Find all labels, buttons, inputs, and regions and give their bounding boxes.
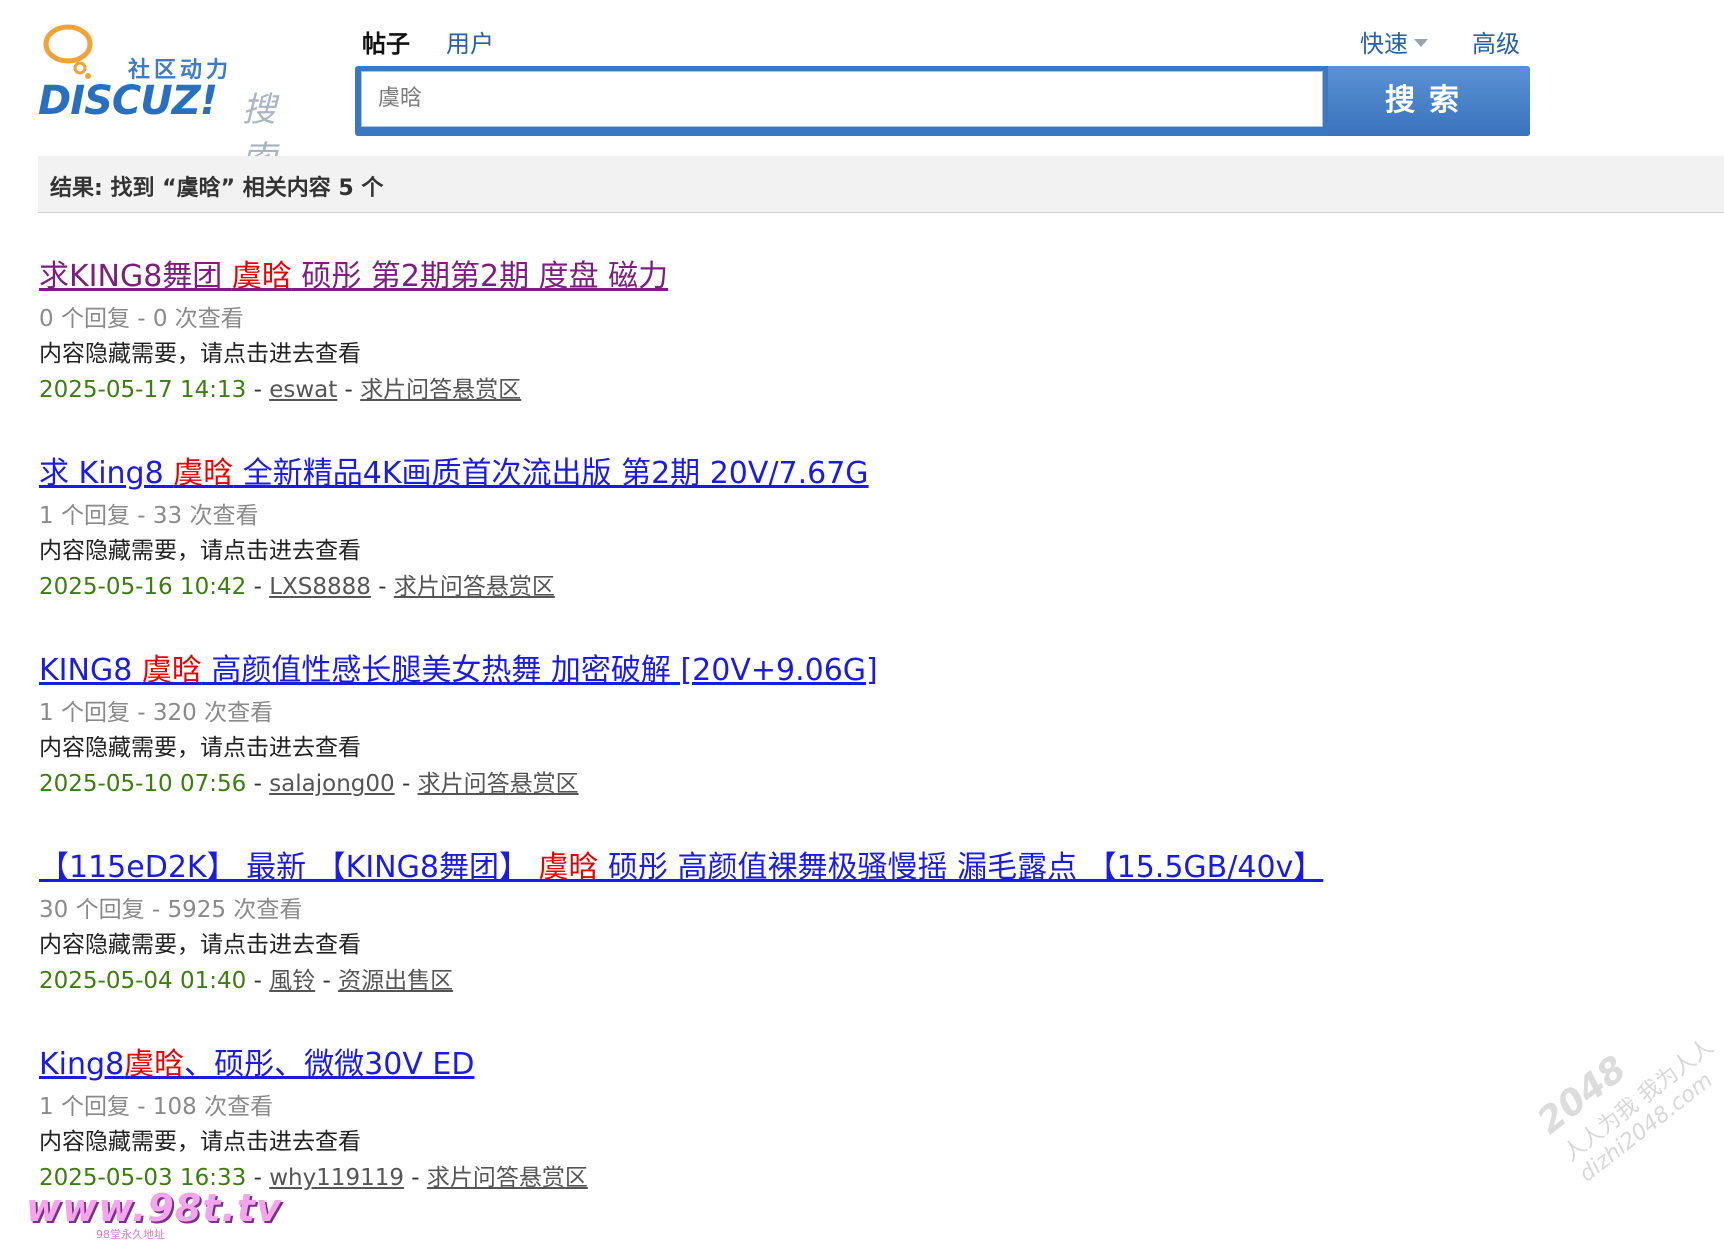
forum-link[interactable]: 求片问答悬赏区: [427, 1165, 588, 1191]
author-link[interactable]: 風铃: [269, 968, 315, 994]
search-results: 求KING8舞团 虞晗 硕彤 第2期第2期 度盘 磁力 0 个回复 - 0 次查…: [39, 256, 1639, 1241]
forum-link[interactable]: 求片问答悬赏区: [418, 771, 579, 797]
tab-posts[interactable]: 帖子: [362, 24, 410, 59]
quick-search-dropdown[interactable]: 快速: [1360, 24, 1428, 59]
result-desc: 内容隐藏需要，请点击进去查看: [39, 735, 361, 761]
author-link[interactable]: eswat: [269, 377, 337, 403]
result-desc: 内容隐藏需要，请点击进去查看: [39, 1129, 361, 1155]
logo-brand: DISCUZ!: [38, 78, 218, 124]
title-text: 硕彤 第2期第2期 度盘 磁力: [291, 259, 669, 294]
search-bar: 虞晗 搜索: [355, 66, 1530, 136]
title-text: 【115eD2K】 最新 【KING8舞团】: [39, 850, 539, 885]
result-desc: 内容隐藏需要，请点击进去查看: [39, 932, 361, 958]
title-text: King8: [39, 1047, 125, 1082]
chevron-down-icon: [1414, 38, 1428, 47]
title-text: 全新精品4K画质首次流出版 第2期 20V/7.67G: [233, 456, 869, 491]
result-meta: 2025-05-10 07:56 - salajong00 - 求片问答悬赏区: [39, 771, 579, 797]
title-text: 硕彤 高颜值裸舞极骚慢摇 漏毛露点 【15.5GB/40v】: [598, 850, 1324, 885]
result-stats: 1 个回复 - 108 次查看: [39, 1094, 274, 1120]
result-title-link[interactable]: 求 King8 虞晗 全新精品4K画质首次流出版 第2期 20V/7.67G: [39, 453, 869, 495]
result-item: 求 King8 虞晗 全新精品4K画质首次流出版 第2期 20V/7.67G 1…: [39, 453, 1639, 650]
result-title-link[interactable]: King8虞晗、硕彤、微微30V ED: [39, 1044, 474, 1086]
result-stats: 0 个回复 - 0 次查看: [39, 306, 244, 332]
title-text: 、硕彤、微微30V ED: [184, 1047, 475, 1082]
watermark-site: www.98t.tv: [26, 1186, 282, 1230]
result-summary-bar: 结果: 找到 “虞晗” 相关内容 5 个: [38, 156, 1724, 213]
result-item: 【115eD2K】 最新 【KING8舞团】 虞晗 硕彤 高颜值裸舞极骚慢摇 漏…: [39, 847, 1639, 1044]
quick-search-label: 快速: [1360, 30, 1408, 58]
result-desc: 内容隐藏需要，请点击进去查看: [39, 341, 361, 367]
advanced-search-link[interactable]: 高级: [1472, 24, 1520, 59]
search-type-tabs: 帖子 用户: [362, 24, 494, 59]
discuz-logo[interactable]: 社区动力 DISCUZ! 搜索: [38, 22, 298, 179]
title-text: 求KING8舞团: [39, 259, 232, 294]
post-date: 2025-05-10 07:56: [39, 771, 247, 797]
author-link[interactable]: why119119: [269, 1165, 404, 1191]
result-meta: 2025-05-17 14:13 - eswat - 求片问答悬赏区: [39, 377, 522, 403]
keyword-highlight: 虞晗: [231, 259, 292, 294]
result-stats: 1 个回复 - 33 次查看: [39, 503, 259, 529]
forum-link[interactable]: 求片问答悬赏区: [394, 574, 555, 600]
keyword-highlight: 虞晗: [124, 1047, 185, 1082]
title-text: 求 King8: [39, 456, 174, 491]
search-input[interactable]: 虞晗: [361, 71, 1323, 127]
title-text: KING8: [39, 653, 142, 688]
result-stats: 30 个回复 - 5925 次查看: [39, 897, 303, 923]
search-mode-links: 快速 高级: [1360, 24, 1520, 59]
search-button[interactable]: 搜索: [1328, 66, 1530, 136]
post-date: 2025-05-17 14:13: [39, 377, 247, 403]
result-meta: 2025-05-04 01:40 - 風铃 - 资源出售区: [39, 968, 454, 994]
result-title-link[interactable]: 【115eD2K】 最新 【KING8舞团】 虞晗 硕彤 高颜值裸舞极骚慢摇 漏…: [39, 847, 1323, 889]
keyword-highlight: 虞晗: [173, 456, 234, 491]
forum-link[interactable]: 资源出售区: [338, 968, 453, 994]
forum-link[interactable]: 求片问答悬赏区: [360, 377, 521, 403]
post-date: 2025-05-04 01:40: [39, 968, 247, 994]
result-desc: 内容隐藏需要，请点击进去查看: [39, 538, 361, 564]
site-watermark-left: www.98t.tv 98堂永久地址: [26, 1186, 282, 1242]
post-date: 2025-05-16 10:42: [39, 574, 247, 600]
title-text: 高颜值性感长腿美女热舞 加密破解 [20V+9.06G]: [201, 653, 878, 688]
author-link[interactable]: LXS8888: [269, 574, 371, 600]
keyword-highlight: 虞晗: [538, 850, 599, 885]
result-title-link[interactable]: KING8 虞晗 高颜值性感长腿美女热舞 加密破解 [20V+9.06G]: [39, 650, 878, 692]
result-title-link[interactable]: 求KING8舞团 虞晗 硕彤 第2期第2期 度盘 磁力: [39, 256, 668, 298]
result-meta: 2025-05-16 10:42 - LXS8888 - 求片问答悬赏区: [39, 574, 555, 600]
result-item: 求KING8舞团 虞晗 硕彤 第2期第2期 度盘 磁力 0 个回复 - 0 次查…: [39, 256, 1639, 453]
author-link[interactable]: salajong00: [269, 771, 394, 797]
keyword-highlight: 虞晗: [141, 653, 202, 688]
result-summary: 结果: 找到 “虞晗” 相关内容 5 个: [50, 176, 384, 201]
tab-users[interactable]: 用户: [446, 24, 494, 59]
result-stats: 1 个回复 - 320 次查看: [39, 700, 274, 726]
result-item: KING8 虞晗 高颜值性感长腿美女热舞 加密破解 [20V+9.06G] 1 …: [39, 650, 1639, 847]
chat-bubble-icon: [43, 24, 93, 79]
